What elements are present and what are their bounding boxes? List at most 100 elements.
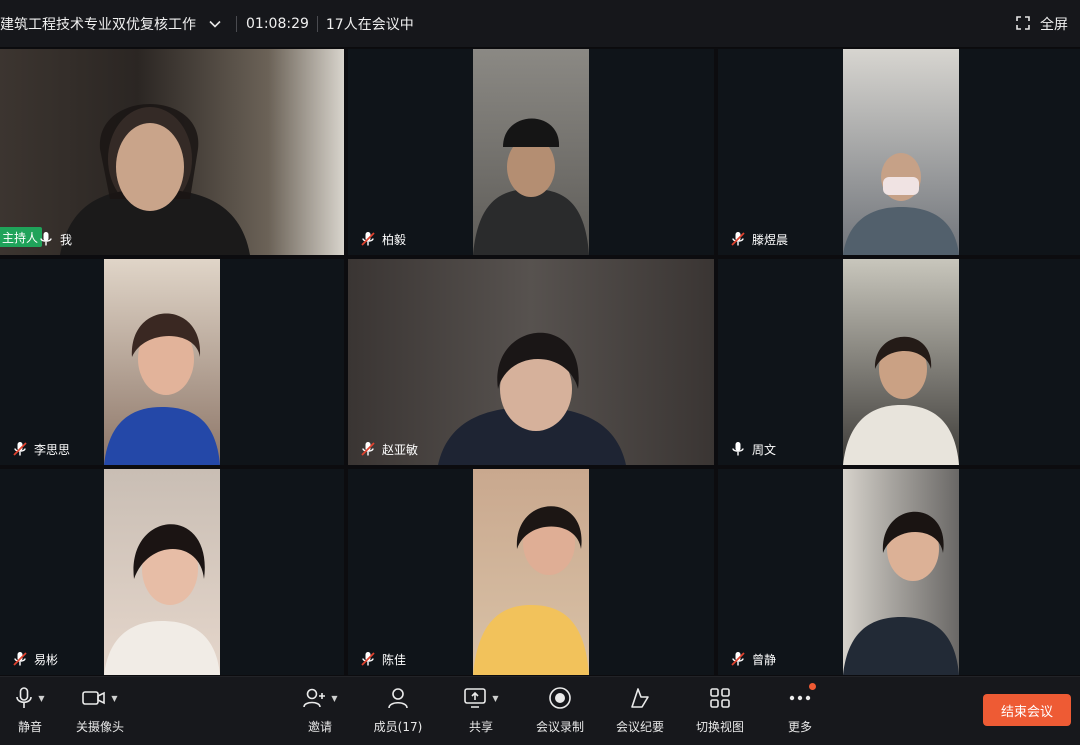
- more-dots-icon: [789, 695, 811, 701]
- switch-view-label: 切换视图: [695, 720, 744, 734]
- participant-nameplate: 周文: [718, 437, 782, 461]
- person-silhouette: [438, 332, 626, 465]
- more-label: 更多: [787, 720, 812, 734]
- participant-tile[interactable]: 曾静: [718, 469, 1080, 675]
- participant-name: 赵亚敏: [382, 442, 419, 457]
- share-button[interactable]: ▼ 共享: [443, 685, 519, 739]
- participant-video: [473, 49, 589, 255]
- mute-button[interactable]: ▼ 静音: [0, 685, 68, 739]
- participant-tile[interactable]: 陈佳: [348, 469, 714, 675]
- microphone-muted-icon: [730, 231, 746, 247]
- caret-down-icon[interactable]: ▼: [331, 694, 337, 703]
- record-label: 会议录制: [535, 720, 584, 734]
- invite-label: 邀请: [307, 720, 332, 734]
- microphone-muted-icon: [360, 441, 376, 457]
- video-grid: 主持人 我 柏毅 滕煜晨 李思思 赵亚敏 周文 易彬 陈佳 曾静: [0, 49, 1080, 675]
- participant-tile[interactable]: 柏毅: [348, 49, 714, 255]
- meeting-timer: 01:08:29: [246, 15, 309, 32]
- participant-video: [348, 259, 714, 465]
- fullscreen-label: 全屏: [1040, 17, 1068, 33]
- invite-button[interactable]: ▼ 邀请: [282, 685, 358, 739]
- participant-nameplate: 我: [38, 227, 78, 251]
- video-camera-icon: [82, 691, 106, 705]
- grid-view-icon: [710, 688, 730, 708]
- switch-view-button[interactable]: 切换视图: [682, 685, 758, 739]
- participant-video: [473, 469, 589, 675]
- person-silhouette: [843, 336, 959, 465]
- members-label: 成员(17): [373, 720, 423, 734]
- participant-video: [843, 469, 959, 675]
- participant-name: 李思思: [34, 442, 71, 457]
- meeting-title: 建筑工程技术专业双优复核工作: [0, 16, 196, 33]
- participant-nameplate: 李思思: [0, 437, 76, 461]
- fullscreen-icon: [1016, 15, 1030, 34]
- minutes-button[interactable]: 会议纪要: [602, 685, 678, 739]
- chevron-down-icon[interactable]: [208, 17, 222, 31]
- mute-label: 静音: [17, 720, 42, 734]
- participant-video: [104, 259, 220, 465]
- microphone-icon: [38, 231, 54, 247]
- participant-nameplate: 曾静: [718, 647, 782, 671]
- meeting-header: 建筑工程技术专业双优复核工作 01:08:29 17人在会议中 全屏: [0, 0, 1080, 48]
- camera-label: 关摄像头: [75, 720, 124, 734]
- end-meeting-button[interactable]: 结束会议: [983, 694, 1071, 726]
- divider: [316, 15, 318, 32]
- participant-nameplate: 赵亚敏: [348, 437, 424, 461]
- record-button[interactable]: 会议录制: [522, 685, 598, 739]
- participant-name: 易彬: [34, 652, 59, 667]
- participant-count: 17人在会议中: [325, 16, 414, 33]
- person-silhouette: [473, 118, 589, 255]
- participant-name: 陈佳: [382, 652, 407, 667]
- microphone-muted-icon: [12, 651, 28, 667]
- caret-down-icon[interactable]: ▼: [38, 694, 44, 703]
- participant-tile[interactable]: 主持人 我: [0, 49, 344, 255]
- camera-button[interactable]: ▼ 关摄像头: [60, 685, 140, 739]
- participant-name: 我: [60, 232, 73, 247]
- screen-share-icon: [464, 688, 487, 708]
- minutes-label: 会议纪要: [615, 720, 664, 734]
- person-silhouette: [104, 524, 220, 675]
- microphone-icon: [16, 687, 33, 708]
- caret-down-icon[interactable]: ▼: [111, 694, 117, 703]
- microphone-icon: [730, 441, 746, 457]
- participant-name: 柏毅: [382, 232, 407, 247]
- person-silhouette: [843, 153, 959, 255]
- members-button[interactable]: 成员(17): [360, 685, 436, 739]
- participant-nameplate: 陈佳: [348, 647, 412, 671]
- participant-video: [843, 49, 959, 255]
- divider: [236, 15, 237, 32]
- participant-video: [843, 259, 959, 465]
- participant-video: [0, 49, 344, 255]
- microphone-muted-icon: [730, 651, 746, 667]
- participant-nameplate: 柏毅: [348, 227, 412, 251]
- microphone-muted-icon: [12, 441, 28, 457]
- notification-dot: [809, 683, 816, 690]
- person-silhouette: [60, 104, 250, 255]
- more-button[interactable]: 更多: [762, 683, 838, 739]
- meeting-toolbar: ▼ 静音 ▼ 关摄像头 ▼ 邀请 成员(17) ▼ 共享 会议录制 会议纪要 切…: [0, 676, 1080, 745]
- participant-tile[interactable]: 滕煜晨: [718, 49, 1080, 255]
- caret-down-icon[interactable]: ▼: [492, 694, 498, 703]
- microphone-muted-icon: [360, 231, 376, 247]
- participant-nameplate: 易彬: [0, 647, 64, 671]
- participant-tile[interactable]: 李思思: [0, 259, 344, 465]
- participant-tile[interactable]: 周文: [718, 259, 1080, 465]
- person-silhouette: [104, 313, 220, 465]
- microphone-muted-icon: [360, 651, 376, 667]
- user-icon: [388, 688, 408, 709]
- participant-video: [104, 469, 220, 675]
- participant-tile[interactable]: 易彬: [0, 469, 344, 675]
- person-silhouette: [473, 506, 589, 675]
- add-user-icon: [303, 688, 326, 708]
- participant-nameplate: 滕煜晨: [718, 227, 794, 251]
- host-badge: 主持人: [0, 227, 43, 247]
- participant-tile[interactable]: 赵亚敏: [348, 259, 714, 465]
- record-icon: [549, 687, 571, 709]
- person-silhouette: [843, 511, 959, 675]
- participant-name: 曾静: [752, 652, 777, 667]
- participant-name: 滕煜晨: [752, 232, 789, 247]
- share-label: 共享: [468, 720, 493, 734]
- ai-minutes-icon: [631, 688, 649, 708]
- participant-name: 周文: [752, 442, 777, 457]
- fullscreen-button[interactable]: 全屏: [1016, 0, 1068, 48]
